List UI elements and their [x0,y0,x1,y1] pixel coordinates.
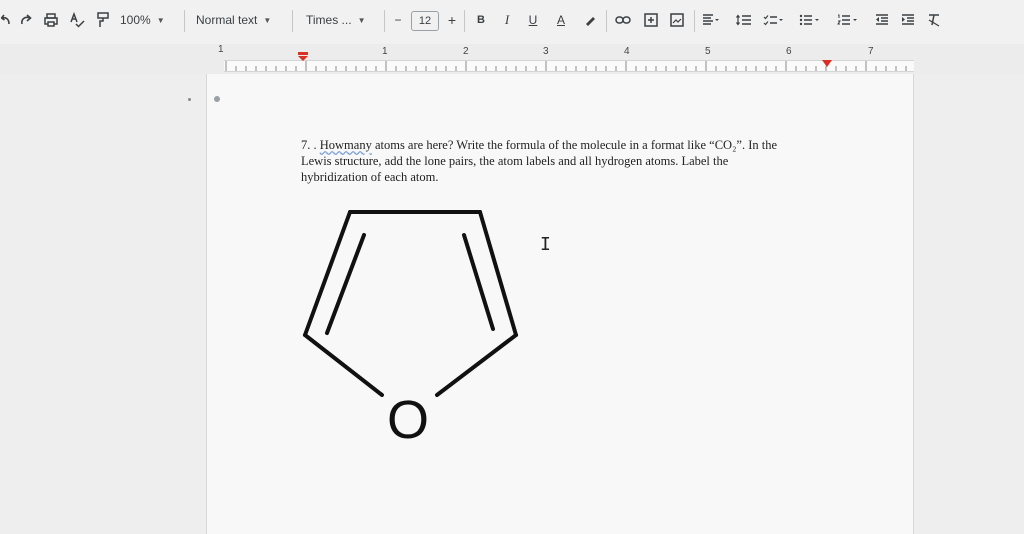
spellcheck-icon[interactable] [66,8,88,32]
paint-format-icon[interactable] [92,8,114,32]
ruler-number: 5 [705,46,711,57]
increase-font-size-button[interactable]: + [444,8,460,32]
bond [435,333,518,397]
bulleted-list-icon[interactable] [798,8,822,32]
highlight-icon[interactable] [580,8,600,32]
zoom-select[interactable]: 100% ▼ [120,8,180,32]
increase-indent-icon[interactable] [898,8,918,32]
font-family-value: Times ... [306,13,352,27]
ruler-number: 3 [543,46,549,57]
italic-button[interactable]: I [498,8,516,32]
ruler-number: 1 [218,44,224,55]
divider [464,10,465,32]
double-bond-inner [325,233,366,335]
ruler-number: 4 [624,46,630,57]
divider [184,10,185,32]
paragraph-style-value: Normal text [196,13,258,27]
underline-button[interactable]: U [524,8,542,32]
divider [384,10,385,32]
decrease-indent-icon[interactable] [872,8,892,32]
margin-handle[interactable] [214,96,220,102]
redo-icon[interactable] [16,8,36,32]
bond [303,333,384,397]
numbered-list-icon[interactable] [836,8,860,32]
question-line-3: hybridization of each atom. [301,170,439,184]
chevron-down-icon: ▼ [156,15,165,25]
ruler-bar [224,60,914,72]
insert-image-icon[interactable] [666,8,688,32]
checklist-icon[interactable] [762,8,786,32]
print-icon[interactable] [40,8,62,32]
bond [303,210,352,337]
chevron-down-icon: ▼ [357,15,366,25]
link-icon[interactable] [612,8,634,32]
divider [606,10,607,32]
question-text[interactable]: 7. . Howmany atoms are here? Write the f… [301,137,836,185]
divider [694,10,695,32]
zoom-value: 100% [120,13,151,27]
bond [478,210,518,337]
ruler-number: 6 [786,46,792,57]
font-size-input[interactable]: 12 [411,11,439,31]
add-comment-icon[interactable] [640,8,662,32]
misspelled-word[interactable]: Howmany [320,138,372,152]
ruler-number: 1 [382,46,388,57]
ruler-number: 2 [463,46,469,57]
ruler-ticks [225,61,907,71]
clear-formatting-icon[interactable] [924,8,944,32]
ruler[interactable]: 1 1 2 3 4 5 6 7 [0,44,1024,74]
question-line-1: 7. . Howmany atoms are here? Write the f… [301,137,836,153]
bold-button[interactable]: B [472,8,490,32]
paragraph-style-select[interactable]: Normal text ▼ [196,8,288,32]
first-line-indent-marker[interactable] [297,52,309,62]
align-icon[interactable] [700,8,722,32]
oxygen-label: O [387,390,429,450]
font-family-select[interactable]: Times ... ▼ [306,8,380,32]
chevron-down-icon: ▼ [263,15,272,25]
line-spacing-icon[interactable] [734,8,754,32]
furan-structure[interactable]: O [300,205,530,450]
decrease-font-size-button[interactable]: − [390,8,406,32]
question-number: 7. . [301,138,317,152]
undo-icon[interactable] [0,8,12,32]
double-bond-inner [462,233,495,331]
text-color-button[interactable]: A [552,8,570,32]
margin-dot [188,98,191,101]
question-line-2: Lewis structure, add the lone pairs, the… [301,154,729,168]
question-text-part: atoms are here? Write the formula of the… [374,138,778,152]
divider [292,10,293,32]
right-indent-marker[interactable] [822,60,832,68]
toolbar: 100% ▼ Normal text ▼ Times ... ▼ − 12 + … [0,0,1024,45]
text-cursor-icon: I [540,234,551,255]
ruler-number: 7 [868,46,874,57]
